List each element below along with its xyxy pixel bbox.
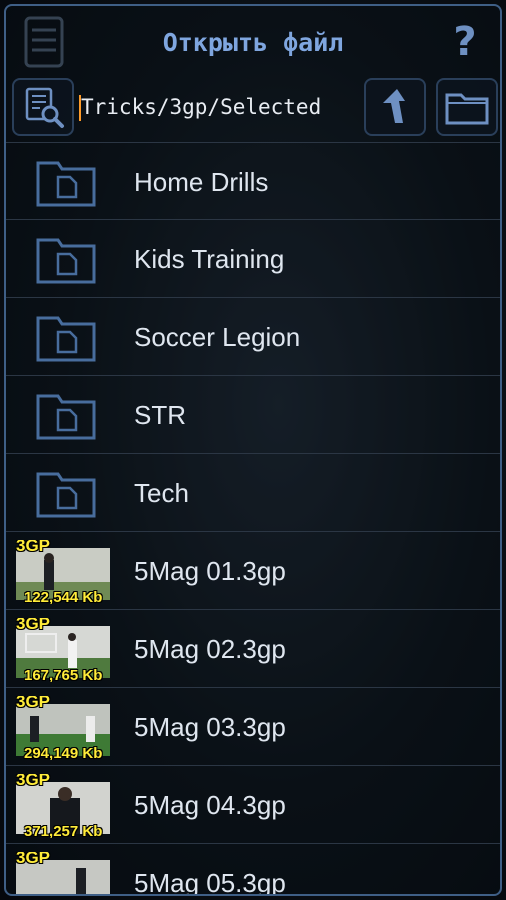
dialog-header: Открыть файл ? bbox=[6, 6, 500, 76]
format-badge: 3GP bbox=[16, 852, 51, 867]
open-file-dialog: Открыть файл ? Tricks/3gp/Selected Home … bbox=[4, 4, 502, 896]
video-thumbnail: 3GP 371,257 Kb bbox=[12, 774, 112, 838]
video-thumbnail: 3GP 294,149 Kb bbox=[12, 696, 112, 760]
file-list: Home Drills Kids Training Soccer Legion … bbox=[6, 142, 500, 896]
file-name: 5Mag 01.3gp bbox=[134, 556, 286, 586]
file-row[interactable]: 3GP 371,257 Kb 5Mag 04.3gp bbox=[6, 766, 500, 844]
folder-icon bbox=[36, 238, 96, 284]
file-name: 5Mag 02.3gp bbox=[134, 634, 286, 664]
file-row[interactable]: 3GP 5Mag 05.3gp bbox=[6, 844, 500, 896]
up-arrow-icon bbox=[383, 89, 405, 123]
folder-row[interactable]: Tech bbox=[6, 454, 500, 532]
folder-icon bbox=[36, 161, 96, 207]
folder-name: Kids Training bbox=[134, 244, 285, 274]
format-badge: 3GP bbox=[16, 618, 51, 633]
folder-name: Soccer Legion bbox=[134, 322, 301, 352]
path-bar: Tricks/3gp/Selected bbox=[6, 76, 500, 140]
format-badge: 3GP bbox=[16, 696, 51, 711]
dialog-title: Открыть файл bbox=[162, 28, 344, 57]
path-input[interactable]: Tricks/3gp/Selected bbox=[78, 84, 364, 130]
browse-button[interactable] bbox=[12, 78, 74, 136]
file-size: 122,544 Kb bbox=[24, 589, 103, 604]
folder-name: Tech bbox=[134, 478, 189, 508]
folder-row[interactable]: STR bbox=[6, 376, 500, 454]
path-text: Tricks/3gp/Selected bbox=[81, 95, 322, 119]
file-row[interactable]: 3GP 294,149 Kb 5Mag 03.3gp bbox=[6, 688, 500, 766]
question-icon[interactable]: ? bbox=[450, 20, 480, 64]
folder-row[interactable]: Home Drills bbox=[6, 142, 500, 220]
video-thumbnail: 3GP 167,765 Kb bbox=[12, 618, 112, 682]
file-name: 5Mag 05.3gp bbox=[134, 868, 286, 896]
file-size: 294,149 Kb bbox=[24, 745, 103, 760]
video-thumbnail: 3GP bbox=[12, 852, 112, 894]
folder-icon bbox=[445, 93, 489, 125]
video-thumbnail: 3GP 122,544 Kb bbox=[12, 540, 112, 604]
file-row[interactable]: 3GP 122,544 Kb 5Mag 01.3gp bbox=[6, 532, 500, 610]
format-badge: 3GP bbox=[16, 540, 51, 555]
file-size: 371,257 Kb bbox=[24, 823, 103, 838]
folder-name: Home Drills bbox=[134, 167, 269, 197]
search-document-icon bbox=[25, 87, 64, 128]
folder-icon bbox=[36, 472, 96, 518]
file-size: 167,765 Kb bbox=[24, 667, 103, 682]
file-name: 5Mag 04.3gp bbox=[134, 790, 286, 820]
folder-row[interactable]: Soccer Legion bbox=[6, 298, 500, 376]
new-folder-button[interactable] bbox=[436, 78, 498, 136]
file-row[interactable]: 3GP 167,765 Kb 5Mag 02.3gp bbox=[6, 610, 500, 688]
folder-icon bbox=[36, 316, 96, 362]
folder-name: STR bbox=[134, 400, 186, 430]
file-name: 5Mag 03.3gp bbox=[134, 712, 286, 742]
folder-row[interactable]: Kids Training bbox=[6, 220, 500, 298]
format-badge: 3GP bbox=[16, 774, 51, 789]
folder-icon bbox=[36, 394, 96, 440]
up-folder-button[interactable] bbox=[364, 78, 426, 136]
